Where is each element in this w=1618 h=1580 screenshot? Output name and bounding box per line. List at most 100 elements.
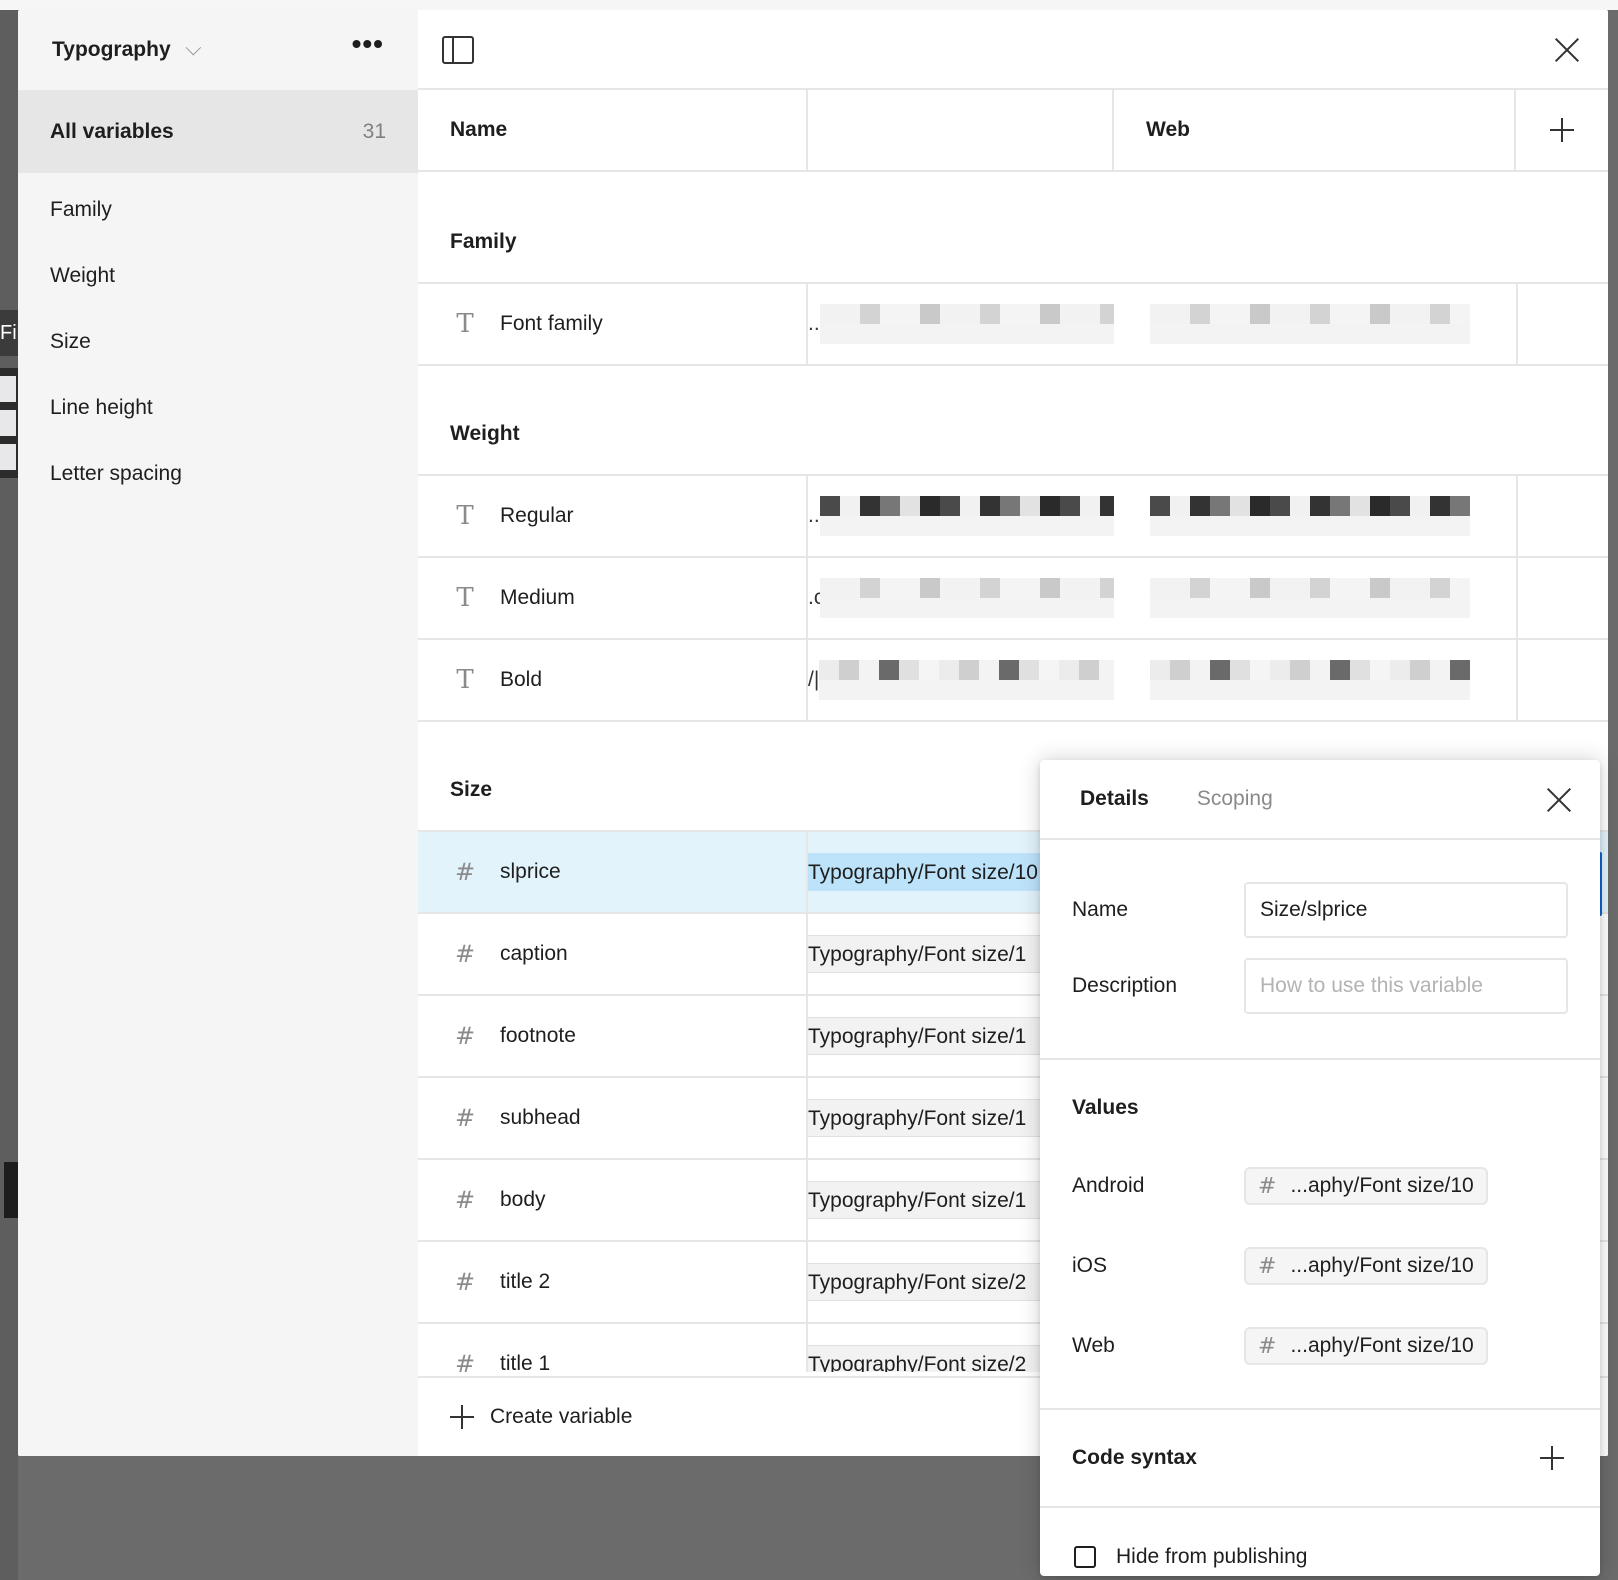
name-input[interactable] — [1244, 882, 1568, 938]
variable-name-cell[interactable]: T Medium — [418, 558, 808, 638]
redacted-value — [819, 304, 1114, 344]
variable-value-cell[interactable]: /| — [808, 640, 1114, 720]
layers-panel-fragment — [4, 1162, 18, 1218]
redacted-value — [820, 578, 1114, 618]
description-label: Description — [1072, 974, 1178, 997]
variable-name-cell[interactable]: # title 1 — [418, 1324, 808, 1372]
empty-cell — [1516, 476, 1608, 556]
redacted-value — [1150, 304, 1470, 344]
alias-value-chip[interactable]: # ...aphy/Font size/10 — [1244, 1247, 1488, 1285]
description-input[interactable] — [1244, 958, 1568, 1014]
column-header-mode[interactable] — [808, 90, 1114, 170]
sidebar-item-line-height[interactable]: Line height — [18, 375, 418, 441]
mode-label: Android — [1072, 1174, 1145, 1197]
add-mode-button[interactable] — [1516, 90, 1608, 170]
fill-panel-label: Fill — [0, 310, 18, 356]
details-tabs: Details Scoping — [1040, 760, 1600, 840]
variable-name-cell[interactable]: # body — [418, 1160, 808, 1240]
redacted-value — [1150, 578, 1470, 618]
variable-name: body — [500, 1188, 546, 1211]
more-options-icon[interactable]: ••• — [352, 30, 384, 58]
variable-value-cell[interactable]: .. — [808, 476, 1114, 556]
number-type-icon: # — [454, 940, 476, 968]
name-field-row: Name — [1040, 840, 1600, 948]
empty-cell — [1516, 640, 1608, 720]
variable-count: 31 — [362, 119, 386, 143]
alias-value: ...aphy/Font size/10 — [1290, 1174, 1474, 1197]
collections-sidebar: Typography ••• All variables 31 Family W… — [18, 10, 418, 1456]
variable-name-cell[interactable]: # footnote — [418, 996, 808, 1076]
variable-name: title 1 — [500, 1352, 551, 1372]
number-type-icon: # — [454, 1104, 476, 1132]
add-code-syntax-icon[interactable] — [1540, 1446, 1564, 1470]
variable-name: Regular — [500, 504, 574, 527]
component-thumbnails — [0, 368, 18, 478]
description-field-row: Description — [1040, 948, 1600, 1024]
number-type-icon: # — [454, 1268, 476, 1296]
all-variables-label: All variables — [50, 119, 174, 143]
table-row[interactable]: T Regular .. — [418, 476, 1608, 558]
variable-details-popover: Details Scoping Name Description Values … — [1040, 760, 1600, 1576]
collection-title: Typography — [52, 38, 171, 61]
toolbar — [418, 10, 1608, 90]
variable-name-cell[interactable]: T Bold — [418, 640, 808, 720]
tab-details[interactable]: Details — [1080, 787, 1149, 811]
variable-value-cell[interactable]: .c — [808, 558, 1114, 638]
value-ellipsis: /| — [808, 668, 820, 691]
text-type-icon: T — [456, 501, 474, 531]
value-row-android: Android # ...aphy/Font size/10 — [1040, 1146, 1600, 1226]
plus-icon — [1550, 118, 1574, 142]
variable-web-cell[interactable] — [1114, 558, 1516, 638]
number-type-icon: # — [1258, 1173, 1277, 1199]
tab-scoping[interactable]: Scoping — [1197, 787, 1273, 811]
variable-name-cell[interactable]: # caption — [418, 914, 808, 994]
canvas-background: Fill — [0, 10, 18, 1580]
variable-name-cell[interactable]: # title 2 — [418, 1242, 808, 1322]
alias-value: ...aphy/Font size/10 — [1290, 1334, 1474, 1357]
variable-name: footnote — [500, 1024, 576, 1047]
table-row[interactable]: T Font family .. — [418, 284, 1608, 366]
sidebar-group-list: Family Weight Size Line height Letter sp… — [18, 173, 418, 507]
sidebar-item-all-variables[interactable]: All variables 31 — [18, 90, 418, 173]
create-variable-label: Create variable — [490, 1405, 633, 1428]
group-header-weight: Weight — [418, 366, 1608, 476]
alias-value: ...aphy/Font size/10 — [1290, 1254, 1474, 1277]
column-header-web[interactable]: Web — [1114, 90, 1516, 170]
variable-name: slprice — [500, 860, 561, 883]
toggle-sidebar-icon[interactable] — [442, 36, 474, 64]
variable-web-cell[interactable] — [1114, 640, 1516, 720]
value-row-ios: iOS # ...aphy/Font size/10 — [1040, 1226, 1600, 1306]
column-header-name[interactable]: Name — [418, 90, 808, 170]
code-syntax-row: Code syntax — [1040, 1410, 1600, 1508]
value-row-web: Web # ...aphy/Font size/10 — [1040, 1306, 1600, 1386]
empty-cell — [1516, 558, 1608, 638]
number-type-icon: # — [454, 858, 476, 886]
collection-selector[interactable]: Typography — [52, 38, 201, 62]
text-type-icon: T — [456, 583, 474, 613]
variable-web-cell[interactable] — [1114, 284, 1516, 364]
table-row[interactable]: T Medium .c — [418, 558, 1608, 640]
sidebar-item-family[interactable]: Family — [18, 177, 418, 243]
hide-from-publishing-checkbox[interactable] — [1074, 1546, 1096, 1568]
alias-value-chip[interactable]: # ...aphy/Font size/10 — [1244, 1167, 1488, 1205]
close-details-icon[interactable] — [1546, 787, 1572, 813]
variable-name: Medium — [500, 586, 575, 609]
text-type-icon: T — [456, 665, 474, 695]
table-row[interactable]: T Bold /| — [418, 640, 1608, 722]
name-label: Name — [1072, 898, 1129, 921]
variable-name-cell[interactable]: # slprice — [418, 832, 808, 912]
variable-name-cell[interactable]: T Font family — [418, 284, 808, 364]
chevron-down-icon — [185, 39, 201, 55]
sidebar-item-letter-spacing[interactable]: Letter spacing — [18, 441, 418, 507]
variable-name-cell[interactable]: # subhead — [418, 1078, 808, 1158]
variable-value-cell[interactable]: .. — [808, 284, 1114, 364]
values-title: Values — [1072, 1096, 1139, 1119]
sidebar-item-weight[interactable]: Weight — [18, 243, 418, 309]
variable-web-cell[interactable] — [1114, 476, 1516, 556]
sidebar-item-size[interactable]: Size — [18, 309, 418, 375]
alias-value-chip[interactable]: # ...aphy/Font size/10 — [1244, 1327, 1488, 1365]
variable-name-cell[interactable]: T Regular — [418, 476, 808, 556]
hide-from-publishing-toggle[interactable]: Hide from publishing — [1040, 1508, 1600, 1580]
canvas-top-strip — [0, 0, 1618, 10]
close-modal-icon[interactable] — [1554, 37, 1580, 63]
